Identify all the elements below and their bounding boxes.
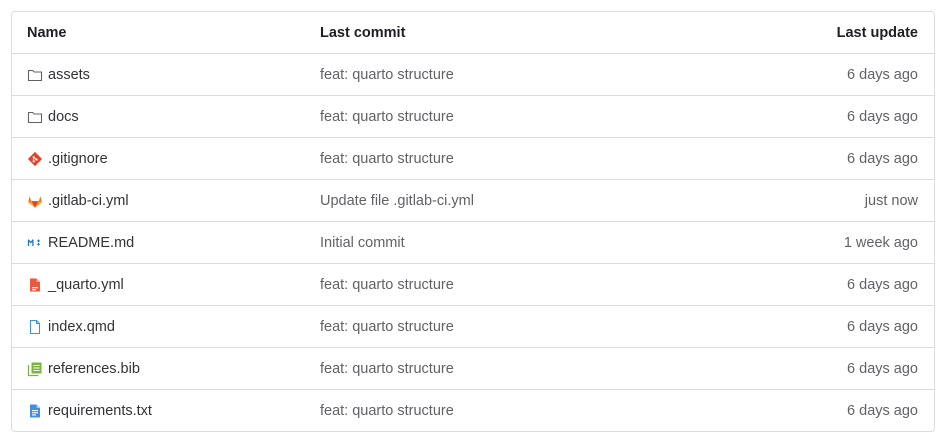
last-update-column-header: Last update [836, 24, 918, 41]
last-update-time: 6 days ago [847, 276, 918, 293]
folder-icon [27, 67, 43, 83]
commit-message-link[interactable]: feat: quarto structure [320, 151, 454, 167]
yaml-file-icon [27, 277, 43, 293]
name-column-header: Name [27, 24, 67, 41]
file-icon [27, 319, 43, 335]
last-update-time: 6 days ago [847, 66, 918, 83]
commit-message-link[interactable]: Initial commit [320, 235, 405, 251]
file-name-link[interactable]: index.qmd [48, 319, 115, 335]
last-update-time: 6 days ago [847, 150, 918, 167]
last-update-time: 1 week ago [843, 234, 918, 251]
table-row[interactable]: assets feat: quarto structure 6 days ago [12, 53, 934, 95]
last-update-time: 6 days ago [847, 402, 918, 419]
last-update-time: just now [864, 192, 918, 209]
bibliography-icon [27, 361, 43, 377]
file-name-link[interactable]: assets [48, 67, 90, 83]
last-update-time: 6 days ago [847, 360, 918, 377]
table-header: Name Last commit Last update [12, 12, 934, 53]
folder-icon [27, 109, 43, 125]
file-name-link[interactable]: references.bib [48, 361, 140, 377]
file-name-link[interactable]: .gitlab-ci.yml [48, 193, 129, 209]
text-file-icon [27, 403, 43, 419]
last-update-time: 6 days ago [847, 318, 918, 335]
table-row[interactable]: index.qmd feat: quarto structure 6 days … [12, 305, 934, 347]
commit-message-link[interactable]: feat: quarto structure [320, 67, 454, 83]
file-name-link[interactable]: docs [48, 109, 79, 125]
table-row[interactable]: README.md Initial commit 1 week ago [12, 221, 934, 263]
table-row[interactable]: docs feat: quarto structure 6 days ago [12, 95, 934, 137]
last-commit-column-header: Last commit [320, 24, 406, 41]
commit-message-link[interactable]: feat: quarto structure [320, 109, 454, 125]
file-name-link[interactable]: _quarto.yml [48, 277, 124, 293]
commit-message-link[interactable]: feat: quarto structure [320, 277, 454, 293]
file-name-link[interactable]: requirements.txt [48, 403, 152, 419]
last-update-time: 6 days ago [847, 108, 918, 125]
table-row[interactable]: .gitignore feat: quarto structure 6 days… [12, 137, 934, 179]
commit-message-link[interactable]: feat: quarto structure [320, 403, 454, 419]
commit-message-link[interactable]: Update file .gitlab-ci.yml [320, 193, 474, 209]
table-row[interactable]: .gitlab-ci.yml Update file .gitlab-ci.ym… [12, 179, 934, 221]
table-row[interactable]: requirements.txt feat: quarto structure … [12, 389, 934, 431]
table-row[interactable]: _quarto.yml feat: quarto structure 6 day… [12, 263, 934, 305]
file-name-link[interactable]: .gitignore [48, 151, 108, 167]
commit-message-link[interactable]: feat: quarto structure [320, 319, 454, 335]
git-icon [27, 151, 43, 167]
gitlab-icon [27, 193, 43, 209]
file-tree-table: Name Last commit Last update assets feat… [11, 11, 935, 432]
file-name-link[interactable]: README.md [48, 235, 134, 251]
commit-message-link[interactable]: feat: quarto structure [320, 361, 454, 377]
table-row[interactable]: references.bib feat: quarto structure 6 … [12, 347, 934, 389]
markdown-icon [27, 235, 43, 251]
